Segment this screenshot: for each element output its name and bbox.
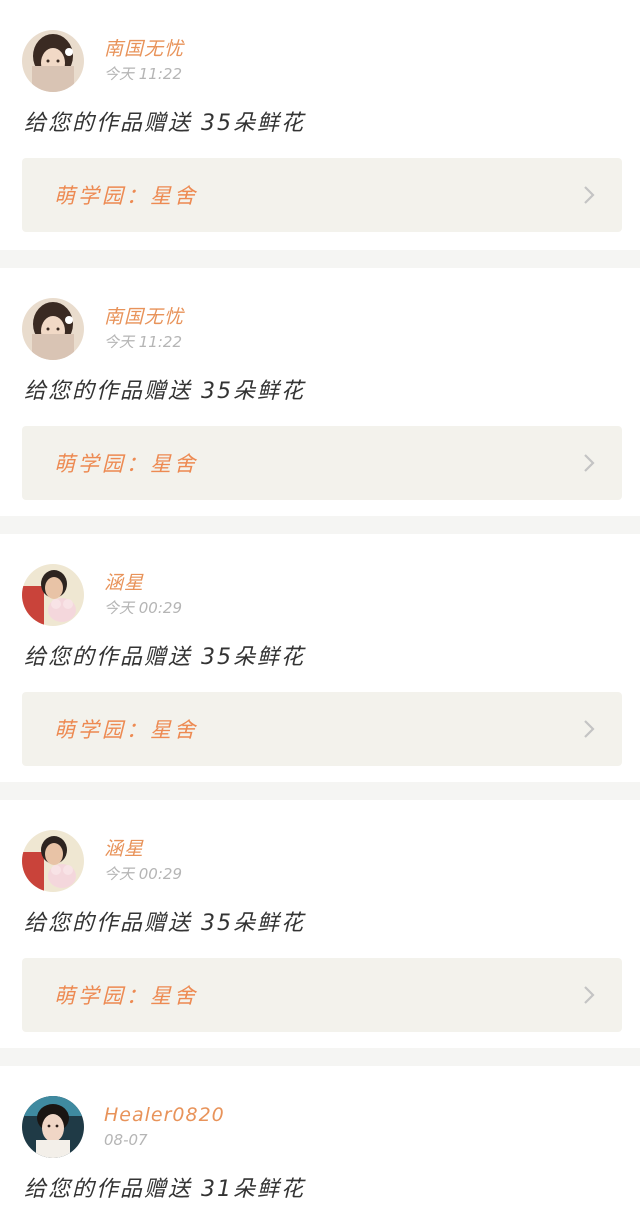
work-link[interactable]: 萌学园：星舍	[22, 958, 622, 1032]
gift-message: 给您的作品赠送 35朵鲜花	[24, 645, 305, 670]
timestamp: 今天 11:22	[104, 65, 182, 83]
gift-feed: 南国无忧 今天 11:22 给您的作品赠送 35朵鲜花 萌学园：星舍 南国无忧 …	[0, 0, 640, 1230]
chevron-right-icon	[584, 454, 595, 472]
gift-message: 给您的作品赠送 35朵鲜花	[24, 911, 305, 936]
user-avatar[interactable]	[22, 564, 84, 626]
chevron-right-icon	[584, 186, 595, 204]
chevron-right-icon	[584, 720, 595, 738]
gift-item-header: 南国无忧 今天 11:22	[22, 298, 184, 360]
timestamp: 08-07	[104, 1131, 148, 1149]
gift-item-header: 涵星 今天 00:29	[22, 564, 182, 626]
user-name[interactable]: 南国无忧	[104, 37, 184, 61]
gift-item-header: 涵星 今天 00:29	[22, 830, 182, 892]
user-name[interactable]: 涵星	[104, 571, 182, 595]
gift-item: 南国无忧 今天 11:22 给您的作品赠送 35朵鲜花 萌学园：星舍	[0, 268, 640, 516]
timestamp: 今天 00:29	[104, 599, 182, 617]
timestamp: 今天 00:29	[104, 865, 182, 883]
user-avatar[interactable]	[22, 298, 84, 360]
gift-message: 给您的作品赠送 35朵鲜花	[24, 111, 305, 136]
gift-message: 给您的作品赠送 31朵鲜花	[24, 1177, 305, 1202]
work-title: 萌学园：星舍	[54, 452, 198, 476]
gift-item: 南国无忧 今天 11:22 给您的作品赠送 35朵鲜花 萌学园：星舍	[0, 0, 640, 250]
work-title: 萌学园：星舍	[54, 184, 198, 208]
gift-item-header: Healer0820 08-07	[22, 1096, 225, 1158]
user-name[interactable]: 南国无忧	[104, 305, 184, 329]
work-link[interactable]: 萌学园：星舍	[22, 158, 622, 232]
chevron-right-icon	[584, 986, 595, 1004]
timestamp: 今天 11:22	[104, 333, 182, 351]
work-link[interactable]: 萌学园：星舍	[22, 692, 622, 766]
work-link[interactable]: 萌学园：星舍	[22, 426, 622, 500]
user-name[interactable]: 涵星	[104, 837, 182, 861]
work-title: 萌学园：星舍	[54, 718, 198, 742]
work-title: 萌学园：星舍	[54, 984, 198, 1008]
user-avatar[interactable]	[22, 1096, 84, 1158]
user-name[interactable]: Healer0820	[104, 1103, 225, 1127]
gift-item: 涵星 今天 00:29 给您的作品赠送 35朵鲜花 萌学园：星舍	[0, 800, 640, 1048]
gift-message: 给您的作品赠送 35朵鲜花	[24, 379, 305, 404]
gift-item-header: 南国无忧 今天 11:22	[22, 30, 184, 92]
user-avatar[interactable]	[22, 30, 84, 92]
gift-item: Healer0820 08-07 给您的作品赠送 31朵鲜花	[0, 1066, 640, 1230]
gift-item: 涵星 今天 00:29 给您的作品赠送 35朵鲜花 萌学园：星舍	[0, 534, 640, 782]
user-avatar[interactable]	[22, 830, 84, 892]
